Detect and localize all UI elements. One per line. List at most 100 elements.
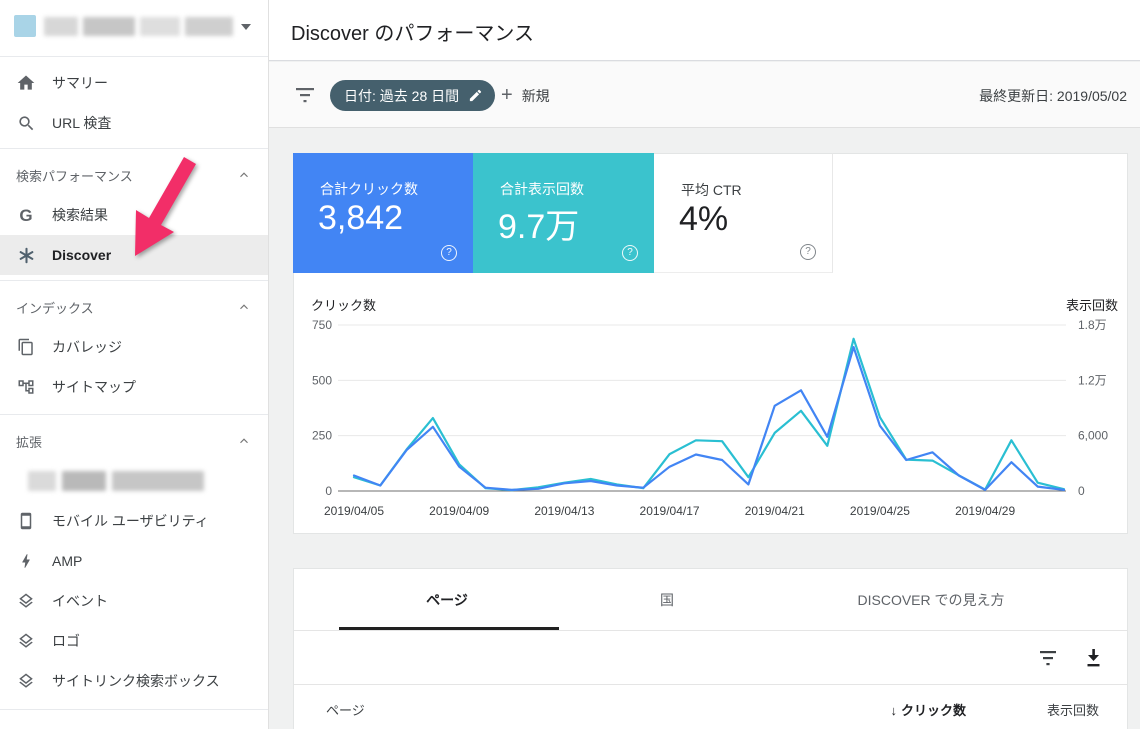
blurred-menu-item[interactable] [0,461,268,501]
table-tabs: ページ 国 DISCOVER での見え方 [294,569,1127,631]
section-header-label: インデックス [16,300,94,316]
svg-text:2019/04/25: 2019/04/25 [850,504,910,518]
svg-text:6,000: 6,000 [1078,429,1108,443]
sidebar-item-label: モバイル ユーザビリティ [52,513,209,529]
property-selector[interactable] [0,0,268,57]
search-console-app: サマリー URL 検査 検索パフォーマンス G 検索結果 Discover イン… [0,0,1140,729]
metric-label: 平均 CTR [681,182,742,198]
sidebar-item-logos[interactable]: ロゴ [0,621,268,661]
performance-card: 合計クリック数 3,842 ? 合計表示回数 9.7万 ? 平均 CTR 4% … [293,153,1128,534]
svg-text:1.8万: 1.8万 [1078,318,1107,332]
sidebar-item-mobile-usability[interactable]: モバイル ユーザビリティ [0,501,268,541]
date-filter-chip[interactable]: 日付: 過去 28 日間 [330,80,496,111]
help-icon[interactable]: ? [441,245,457,261]
column-header-clicks[interactable]: ↓ クリック数 [890,700,966,719]
chevron-up-icon [240,172,248,178]
total-clicks-card[interactable]: 合計クリック数 3,842 ? [293,153,473,273]
sidebar-item-label: サイトリンク検索ボックス [52,673,220,689]
performance-chart: 0 0 250 6,000 500 1.2万 750 1.8万 クリック数 表示回数 2019/04… [311,298,1118,518]
layers-icon [16,591,36,611]
svg-text:0: 0 [325,484,332,498]
discover-icon [16,245,36,265]
coverage-icon [16,337,36,357]
edit-icon [470,89,482,102]
layers-icon [16,671,36,691]
sidebar-item-label: サイトマップ [52,379,136,395]
sidebar-item-label: イベント [52,593,108,609]
table-toolbar [294,632,1127,685]
filter-icon[interactable] [296,87,316,103]
sidebar-item-label: ロゴ [52,633,80,649]
filter-bar: 日付: 過去 28 日間 + 新規 最終更新日: 2019/05/02 [269,62,1140,128]
new-filter-label: 新規 [521,87,550,104]
chevron-up-icon [240,304,248,310]
active-tab-indicator [339,627,559,630]
metric-value: 4% [679,200,729,238]
sidebar-item-summary[interactable]: サマリー [0,63,268,103]
tab-countries[interactable]: 国 [660,590,674,610]
svg-text:1.2万: 1.2万 [1078,373,1107,387]
section-header-label: 拡張 [16,434,43,450]
sidebar-item-discover[interactable]: Discover [0,235,268,275]
svg-text:250: 250 [312,429,332,443]
svg-text:2019/04/29: 2019/04/29 [955,504,1015,518]
sidebar: サマリー URL 検査 検索パフォーマンス G 検索結果 Discover イン… [0,0,269,729]
sidebar-item-events[interactable]: イベント [0,581,268,621]
sort-descending-icon: ↓ [890,703,897,718]
search-icon [16,113,36,133]
svg-text:2019/04/21: 2019/04/21 [745,504,805,518]
blurred-property-name [44,17,233,36]
mobile-icon [16,511,36,531]
google-g-icon: G [19,205,33,225]
download-icon[interactable] [1084,648,1103,668]
average-ctr-card[interactable]: 平均 CTR 4% ? [654,153,833,273]
plus-icon: + [501,84,513,106]
sidebar-item-amp[interactable]: AMP [0,541,268,581]
metric-value: 3,842 [318,199,404,237]
page-title: Discover のパフォーマンス [291,23,534,45]
section-header-label: 検索パフォーマンス [16,168,133,184]
svg-text:クリック数: クリック数 [311,298,376,313]
section-search-performance[interactable]: 検索パフォーマンス [0,155,268,195]
sidebar-item-label: AMP [52,553,83,569]
page-header: Discover のパフォーマンス [269,0,1140,61]
property-favicon [14,15,36,37]
table-filter-icon[interactable] [1039,651,1057,666]
last-updated: 最終更新日: 2019/05/02 [979,88,1127,104]
column-header-impressions[interactable]: 表示回数 [1047,700,1099,719]
sidebar-item-coverage[interactable]: カバレッジ [0,327,268,367]
sidebar-item-label: URL 検査 [52,115,112,131]
home-icon [16,73,36,93]
main-content: Discover のパフォーマンス 日付: 過去 28 日間 + 新規 最終更新… [269,0,1140,729]
new-filter-button[interactable]: + 新規 [501,80,550,111]
svg-text:2019/04/09: 2019/04/09 [429,504,489,518]
sitemap-icon [16,377,36,397]
metric-value: 9.7万 [498,208,580,246]
dropdown-caret-icon [241,24,251,30]
sidebar-item-label: カバレッジ [52,339,122,355]
total-impressions-card[interactable]: 合計表示回数 9.7万 ? [473,153,654,273]
metric-cards: 合計クリック数 3,842 ? 合計表示回数 9.7万 ? 平均 CTR 4% … [293,153,1129,273]
tab-pages[interactable]: ページ [426,590,468,610]
sidebar-item-label: 検索結果 [52,207,108,223]
metric-label: 合計表示回数 [500,181,584,197]
svg-text:表示回数: 表示回数 [1066,298,1118,313]
dimensions-table-card: ページ 国 DISCOVER での見え方 ページ ↓ クリック数 表示回数 [293,568,1128,729]
sidebar-item-sitelinks-searchbox[interactable]: サイトリンク検索ボックス [0,661,268,701]
sidebar-item-sitemaps[interactable]: サイトマップ [0,367,268,407]
svg-text:750: 750 [312,318,332,332]
section-index[interactable]: インデックス [0,287,268,327]
sidebar-item-label: サマリー [52,75,108,91]
sidebar-item-search-results[interactable]: G 検索結果 [0,195,268,235]
layers-icon [16,631,36,651]
svg-text:0: 0 [1078,484,1085,498]
chevron-up-icon [240,438,248,444]
column-header-page[interactable]: ページ [326,700,365,719]
date-chip-label: 日付: 過去 28 日間 [344,87,460,104]
sidebar-item-label: Discover [52,247,112,263]
sidebar-item-url-inspection[interactable]: URL 検査 [0,103,268,143]
tab-discover-appearance[interactable]: DISCOVER での見え方 [857,590,1004,610]
help-icon[interactable]: ? [622,245,638,261]
section-enhancements[interactable]: 拡張 [0,421,268,461]
help-icon[interactable]: ? [800,244,816,260]
